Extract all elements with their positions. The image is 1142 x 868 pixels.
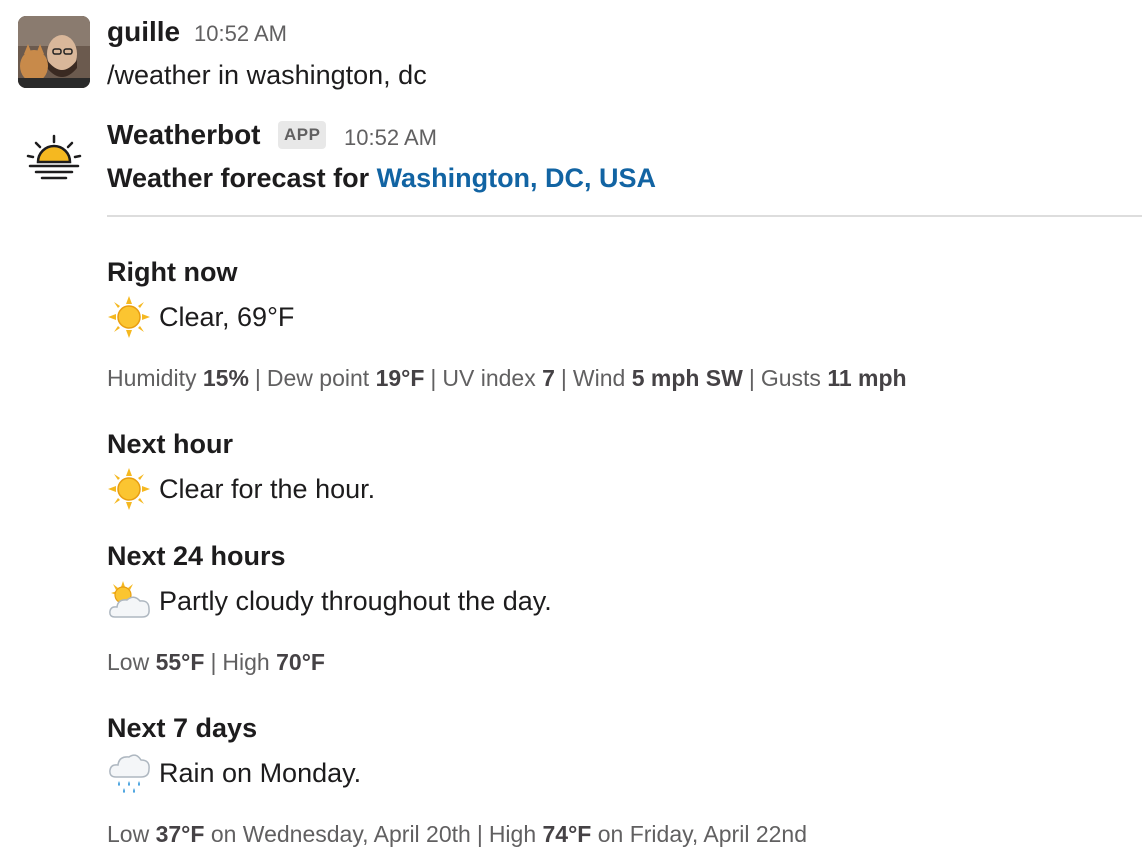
next-hour-summary: Clear for the hour. — [159, 473, 376, 504]
right-now-details: Humidity 15% | Dew point 19°F | UV index 7 | W… — [107, 365, 907, 391]
next-7-days-details: Low 37°F on Wednesday, April 20th | High 7… — [107, 821, 807, 847]
dew-point-value: 19°F — [375, 365, 425, 391]
day-low-label: Low — [107, 649, 150, 675]
day-low-value: 55°F — [155, 649, 205, 675]
day-high-value: 70°F — [276, 649, 325, 675]
section-divider — [107, 215, 1142, 217]
app-badge: APP — [278, 121, 327, 149]
next-24-hours-summary-line: Partly cloudy throughout the day. — [107, 579, 552, 623]
bot-avatar[interactable] — [22, 128, 86, 192]
next-7-days-heading: Next 7 days — [107, 713, 258, 743]
next-hour-summary-line: Clear for the hour. — [107, 467, 375, 511]
next-hour-heading: Next hour — [107, 429, 234, 459]
next-24-hours-heading: Next 24 hours — [107, 541, 286, 571]
sun-behind-cloud-icon — [107, 579, 151, 623]
message-text: /weather in washington, dc — [107, 60, 427, 90]
week-low-label: Low — [107, 821, 150, 847]
week-high-when: on Friday, April 22nd — [597, 821, 807, 847]
next-24-hours-summary: Partly cloudy throughout the day. — [159, 585, 552, 616]
next-24-hours-details: Low 55°F | High 70°F — [107, 649, 325, 675]
dew-point-label: Dew point — [266, 365, 370, 391]
humidity-value: 15% — [202, 365, 249, 391]
message-username[interactable]: guille — [107, 16, 180, 48]
message-timestamp[interactable]: 10:52 AM — [194, 21, 287, 47]
avatar-photo — [18, 16, 90, 88]
sun-icon — [107, 295, 151, 339]
wind-value: 5 mph SW — [631, 365, 743, 391]
next-7-days-summary-line: Rain on Monday. — [107, 751, 361, 795]
sunrise-icon — [26, 134, 82, 180]
next-7-days-summary: Rain on Monday. — [159, 757, 362, 788]
week-high-value: 74°F — [542, 821, 592, 847]
user-avatar[interactable] — [18, 16, 90, 88]
right-now-heading: Right now — [107, 257, 238, 287]
week-high-label: High — [488, 821, 537, 847]
week-low-when: on Wednesday, April 20th — [210, 821, 471, 847]
forecast-intro: Weather forecast for Washington, DC, USA — [107, 163, 656, 194]
bot-username[interactable]: Weatherbot — [107, 119, 261, 151]
uv-index-value: 7 — [542, 365, 555, 391]
location-link[interactable]: Washington, DC, USA — [377, 163, 656, 193]
right-now-summary-line: Clear, 69°F — [107, 295, 294, 339]
right-now-summary: Clear, 69°F — [159, 301, 295, 332]
week-low-value: 37°F — [155, 821, 205, 847]
forecast-intro-text: Weather forecast for — [107, 163, 377, 193]
gusts-label: Gusts — [760, 365, 821, 391]
bot-timestamp[interactable]: 10:52 AM — [344, 125, 437, 151]
rain-cloud-icon — [107, 751, 151, 795]
day-high-label: High — [222, 649, 270, 675]
wind-label: Wind — [572, 365, 626, 391]
uv-index-label: UV index — [442, 365, 536, 391]
gusts-value: 11 mph — [827, 365, 907, 391]
humidity-label: Humidity — [107, 365, 197, 391]
sun-icon — [107, 467, 151, 511]
